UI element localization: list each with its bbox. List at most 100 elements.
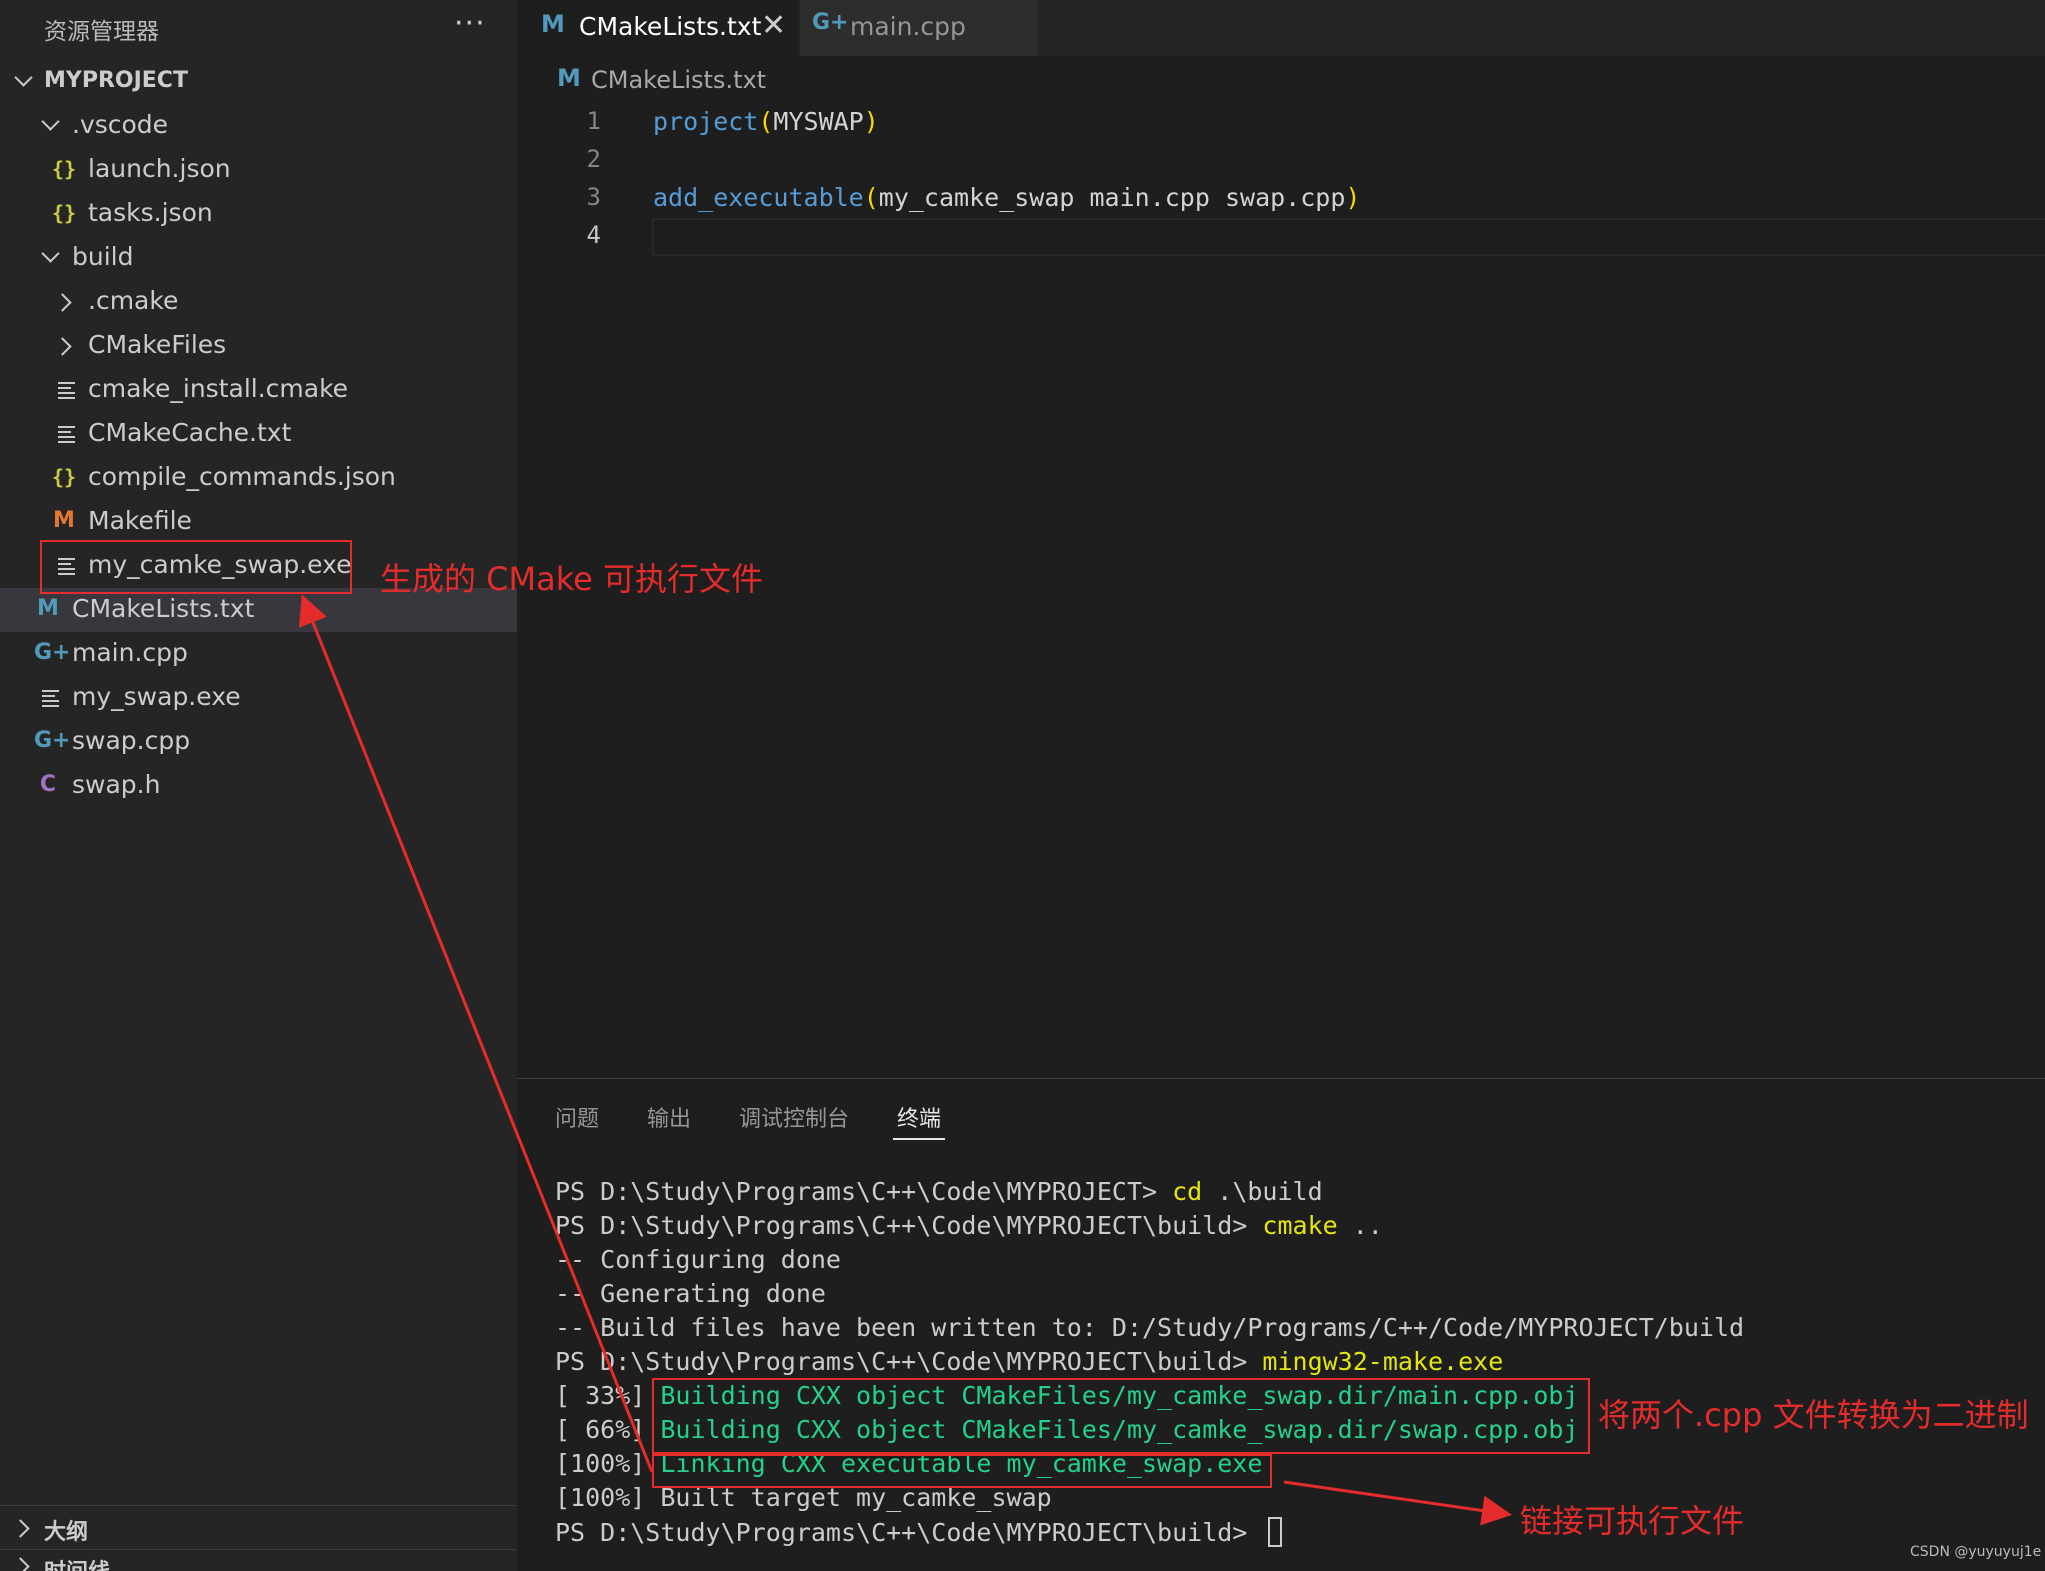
annotation-text-exe: 生成的 CMake 可执行文件 [380, 560, 763, 598]
tree-file-my-swap-exe[interactable]: my_swap.exe [0, 676, 517, 720]
line-number: 2 [586, 145, 601, 173]
outline-label: 大纲 [44, 1520, 89, 1545]
explorer-header: 资源管理器 ··· [0, 0, 517, 54]
code-paren: ) [863, 107, 879, 136]
cpp-file-icon: G+ [34, 728, 71, 753]
terminal-command: cd [1172, 1177, 1203, 1206]
terminal-line: PS D:\Study\Programs\C++\Code\MYPROJECT\… [555, 1211, 1383, 1240]
terminal-command: cmake [1262, 1211, 1338, 1240]
code-line: add_executable(my_camke_swap main.cpp sw… [653, 183, 1360, 212]
terminal-command: mingw32-make.exe [1262, 1347, 1504, 1376]
chevron-right-icon [53, 337, 72, 356]
panel-tab-debug-console[interactable]: 调试控制台 [739, 1101, 849, 1133]
tab-main-cpp[interactable]: G+ main.cpp [800, 0, 1038, 56]
terminal-output: -- Configuring done [555, 1245, 841, 1274]
tree-file-main-cpp[interactable]: G+ main.cpp [0, 632, 517, 676]
tab-label: CMakeLists.txt [579, 12, 762, 41]
tree-item-label: .vscode [72, 110, 169, 139]
code-args: my_camke_swap main.cpp swap.cpp [878, 183, 1346, 212]
code-function: project [653, 107, 759, 136]
terminal-prompt: PS D:\Study\Programs\C++\Code\MYPROJECT\… [555, 1347, 1263, 1376]
terminal-line: -- Build files have been written to: D:/… [555, 1313, 1744, 1342]
tree-file-compile-commands[interactable]: {} compile_commands.json [0, 456, 517, 500]
tree-file-swap-cpp[interactable]: G+ swap.cpp [0, 720, 517, 764]
tree-item-label: build [72, 242, 134, 271]
tree-folder-cmakefiles[interactable]: CMakeFiles [0, 324, 517, 368]
annotation-box-compile [652, 1378, 1590, 1454]
json-file-icon: {} [51, 157, 77, 181]
current-line-highlight [652, 218, 2045, 256]
tree-folder-build[interactable]: build [0, 236, 517, 280]
watermark: CSDN @yuyuyuj1e [1910, 1544, 2042, 1560]
tab-cmakelists[interactable]: M CMakeLists.txt ✕ [517, 0, 799, 56]
tree-item-label: swap.cpp [72, 726, 191, 755]
editor-tab-bar: M CMakeLists.txt ✕ G+ main.cpp [517, 0, 2045, 56]
makefile-icon: M [53, 508, 75, 533]
bottom-panel: 问题 输出 调试控制台 终端 PS D:\Study\Programs\C++\… [517, 1078, 2045, 1571]
terminal-args: .\build [1202, 1177, 1323, 1206]
tree-file-swap-h[interactable]: C swap.h [0, 764, 517, 808]
tree-item-label: tasks.json [88, 198, 213, 227]
chevron-right-icon [53, 293, 72, 312]
timeline-section[interactable]: 时间线 [0, 1549, 517, 1571]
cpp-file-icon: G+ [812, 10, 849, 35]
line-number: 1 [586, 107, 601, 135]
chevron-down-icon [41, 244, 60, 263]
tree-folder-cmake[interactable]: .cmake [0, 280, 517, 324]
panel-tab-problems[interactable]: 问题 [555, 1101, 599, 1133]
explorer-sidebar: 资源管理器 ··· MYPROJECT .vscode {} launch.js… [0, 0, 517, 1571]
terminal-prompt: PS D:\Study\Programs\C++\Code\MYPROJECT\… [555, 1211, 1263, 1240]
annotation-box-exe [40, 540, 352, 594]
tree-file-tasks-json[interactable]: {} tasks.json [0, 192, 517, 236]
terminal-input-line[interactable]: PS D:\Study\Programs\C++\Code\MYPROJECT\… [555, 1517, 1283, 1547]
panel-tab-output[interactable]: 输出 [647, 1101, 691, 1133]
terminal-args: .. [1337, 1211, 1383, 1240]
chevron-down-icon [14, 68, 33, 87]
tree-folder-vscode[interactable]: .vscode [0, 104, 517, 148]
breadcrumb-label: CMakeLists.txt [591, 66, 767, 94]
tree-file-cmake-install[interactable]: cmake_install.cmake [0, 368, 517, 412]
c-header-file-icon: C [39, 772, 57, 797]
code-paren: ) [1345, 183, 1361, 212]
breadcrumb[interactable]: M CMakeLists.txt [517, 58, 2045, 102]
terminal-progress: [100%] [555, 1449, 661, 1478]
tree-item-label: Makefile [88, 506, 192, 535]
chevron-right-icon [11, 1557, 30, 1571]
close-icon[interactable]: ✕ [761, 8, 786, 43]
terminal-progress: [ 66%] [555, 1415, 661, 1444]
panel-tab-terminal[interactable]: 终端 [897, 1101, 941, 1133]
code-paren: ( [863, 183, 879, 212]
tree-file-cmakecache[interactable]: CMakeCache.txt [0, 412, 517, 456]
line-number: 4 [586, 221, 601, 249]
terminal-line: -- Generating done [555, 1279, 826, 1308]
terminal-line: -- Configuring done [555, 1245, 841, 1274]
project-folder-row[interactable]: MYPROJECT [0, 60, 517, 104]
cmake-file-icon: M [37, 596, 59, 621]
code-function: add_executable [653, 183, 864, 212]
active-tab-indicator [893, 1138, 945, 1140]
tree-item-label: CMakeFiles [88, 330, 227, 359]
terminal-line: PS D:\Study\Programs\C++\Code\MYPROJECT>… [555, 1177, 1323, 1206]
annotation-box-link [652, 1454, 1272, 1488]
project-folder-name: MYPROJECT [44, 68, 188, 93]
terminal-cursor [1268, 1517, 1283, 1547]
tree-item-label: main.cpp [72, 638, 188, 667]
tab-label: main.cpp [850, 12, 966, 41]
chevron-down-icon [41, 112, 60, 131]
line-number: 3 [586, 183, 601, 211]
code-paren: ( [758, 107, 774, 136]
more-actions-icon[interactable]: ··· [454, 6, 486, 41]
outline-section[interactable]: 大纲 [0, 1505, 517, 1549]
terminal-prompt: PS D:\Study\Programs\C++\Code\MYPROJECT> [555, 1177, 1173, 1206]
annotation-text-compile: 将两个.cpp 文件转换为二进制 [1598, 1396, 2029, 1434]
tree-file-makefile[interactable]: M Makefile [0, 500, 517, 544]
explorer-title: 资源管理器 [44, 19, 159, 45]
tree-item-label: CMakeCache.txt [88, 418, 292, 447]
tree-file-launch-json[interactable]: {} launch.json [0, 148, 517, 192]
annotation-text-link: 链接可执行文件 [1520, 1502, 1745, 1540]
tree-item-label: .cmake [88, 286, 179, 315]
terminal-prompt: PS D:\Study\Programs\C++\Code\MYPROJECT\… [555, 1518, 1263, 1547]
terminal-progress: [ 33%] [555, 1381, 661, 1410]
json-file-icon: {} [51, 465, 77, 489]
terminal-line: PS D:\Study\Programs\C++\Code\MYPROJECT\… [555, 1347, 1503, 1376]
